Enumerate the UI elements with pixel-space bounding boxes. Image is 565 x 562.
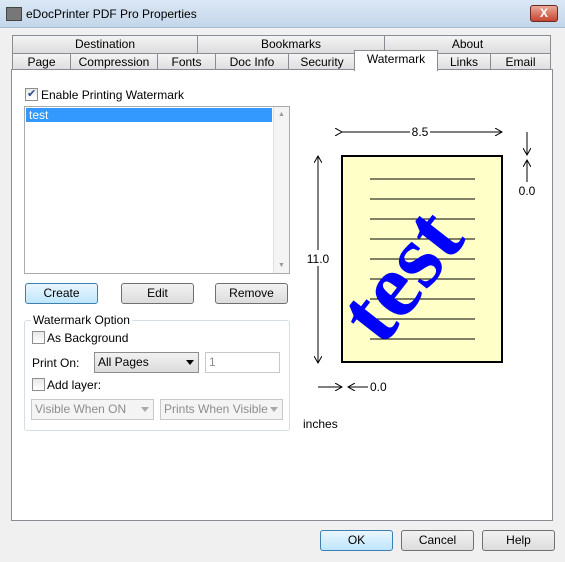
list-item[interactable]: test — [26, 108, 272, 122]
as-background-checkbox[interactable] — [32, 331, 45, 344]
chevron-down-icon — [270, 407, 278, 412]
height-value: 11.0 — [307, 252, 330, 266]
watermark-list[interactable]: test ▲ ▼ — [24, 106, 290, 274]
close-button[interactable]: X — [530, 5, 558, 22]
left-offset-value: 0.0 — [370, 380, 387, 394]
layer-print-select[interactable]: Prints When Visible — [160, 399, 283, 420]
title-bar: eDocPrinter PDF Pro Properties X — [0, 0, 565, 28]
page-number-input[interactable]: 1 — [205, 352, 280, 373]
print-on-label: Print On: — [32, 356, 80, 370]
help-button[interactable]: Help — [482, 530, 555, 551]
page-preview: 8.5 11.0 0.0 test 0.0 inches — [303, 124, 536, 430]
tab-watermark[interactable]: Watermark — [354, 50, 438, 71]
layer-print-value: Prints When Visible — [164, 402, 268, 416]
list-scrollbar[interactable]: ▲ ▼ — [273, 107, 289, 273]
layer-visibility-value: Visible When ON — [35, 402, 127, 416]
print-on-select[interactable]: All Pages — [94, 352, 199, 373]
print-on-value: All Pages — [98, 355, 149, 369]
printer-icon — [6, 7, 22, 21]
window-title: eDocPrinter PDF Pro Properties — [26, 7, 197, 21]
chevron-down-icon — [141, 407, 149, 412]
cancel-button[interactable]: Cancel — [401, 530, 474, 551]
scroll-up-icon[interactable]: ▲ — [274, 111, 289, 118]
scroll-down-icon[interactable]: ▼ — [274, 262, 289, 269]
top-offset-value: 0.0 — [519, 184, 536, 198]
layer-visibility-select[interactable]: Visible When ON — [31, 399, 154, 420]
enable-watermark-checkbox[interactable] — [25, 87, 38, 101]
ok-button[interactable]: OK — [320, 530, 393, 551]
create-button[interactable]: Create — [25, 283, 98, 304]
width-value: 8.5 — [412, 125, 429, 139]
enable-watermark-label: Enable Printing Watermark — [41, 88, 184, 102]
as-background-label: As Background — [47, 331, 129, 345]
watermark-option-title: Watermark Option — [31, 313, 132, 327]
edit-button[interactable]: Edit — [121, 283, 194, 304]
chevron-down-icon — [186, 360, 194, 365]
remove-button[interactable]: Remove — [215, 283, 288, 304]
add-layer-label: Add layer: — [47, 378, 102, 392]
add-layer-checkbox[interactable] — [32, 378, 45, 391]
units-label: inches — [303, 417, 338, 430]
tab-destination[interactable]: Destination — [12, 35, 198, 53]
